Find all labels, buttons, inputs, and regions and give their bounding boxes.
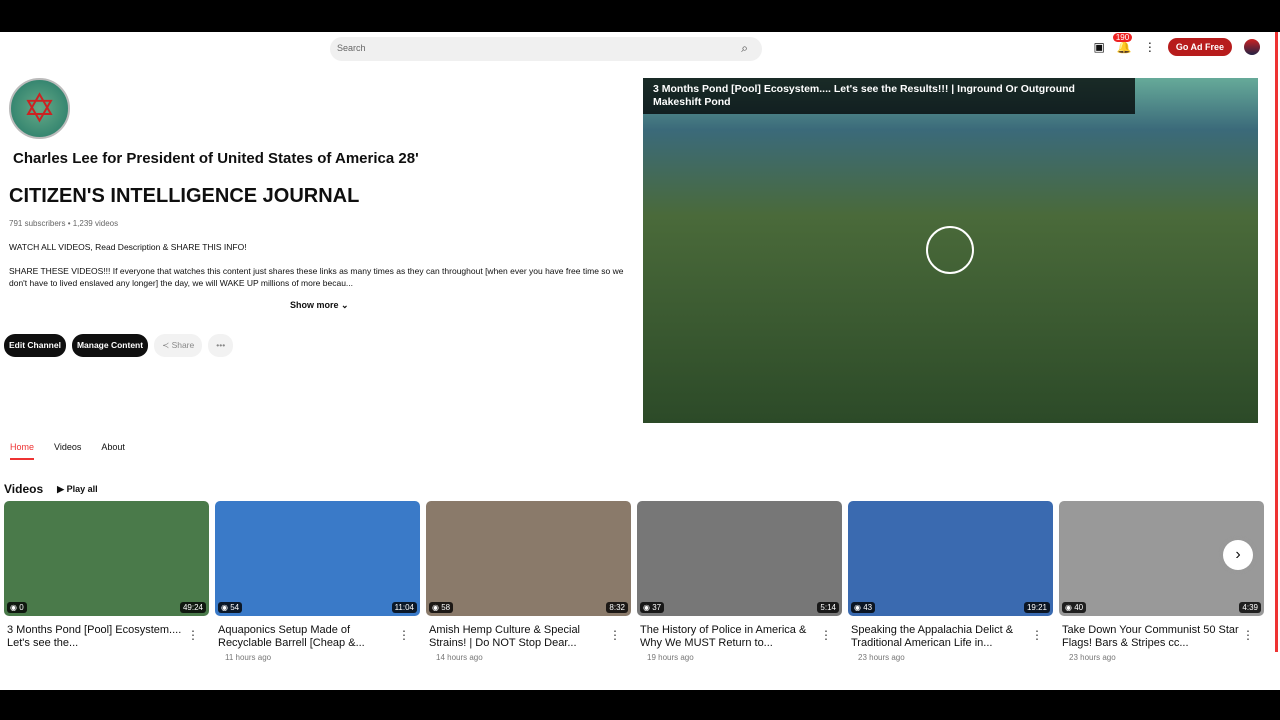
video-title[interactable]: Speaking the Appalachia Delict & Traditi… [848, 624, 1028, 650]
video-title[interactable]: Aquaponics Setup Made of Recyclable Barr… [215, 624, 395, 650]
video-thumbnail[interactable]: ◉ 54 11:04 [215, 501, 420, 616]
view-count-value: 43 [863, 603, 873, 612]
more-options-button[interactable]: ••• [208, 334, 234, 357]
search-input[interactable]: Search ⌕ [330, 37, 762, 61]
video-card[interactable]: ◉ 54 11:04 Aquaponics Setup Made of Recyc… [215, 501, 420, 662]
share-button[interactable]: ≺ Share [154, 334, 203, 357]
video-duration: 8:32 [606, 602, 628, 613]
video-thumbnail[interactable]: ◉ 37 5:14 [637, 501, 842, 616]
search-icon[interactable]: ⌕ [741, 41, 748, 56]
video-duration: 4:39 [1239, 602, 1261, 613]
desc-line: WATCH ALL VIDEOS, Read Description & SHA… [9, 242, 247, 252]
video-menu-icon[interactable]: ⋮ [820, 628, 832, 642]
notification-count: 190 [1112, 33, 1133, 42]
search-placeholder: Search [337, 43, 366, 53]
videos-heading: Videos [4, 482, 44, 496]
video-title[interactable]: Amish Hemp Culture & Special Strains! | … [426, 624, 606, 650]
account-avatar[interactable] [1244, 39, 1260, 55]
view-count: ◉ 43 [851, 602, 876, 613]
video-card[interactable]: ◉ 37 5:14 The History of Police in Americ… [637, 501, 842, 662]
view-count-value: 58 [441, 603, 451, 612]
more-icon[interactable]: ⋮ [1144, 40, 1156, 54]
video-duration: 11:04 [391, 602, 417, 613]
video-menu-icon[interactable]: ⋮ [609, 628, 621, 642]
video-card[interactable]: ◉ 43 19:21 Speaking the Appalachia Delict… [848, 501, 1053, 662]
video-card[interactable]: ◉ 0 49:24 3 Months Pond [Pool] Ecosystem.… [4, 501, 209, 662]
channel-subtitle: Charles Lee for President of United Stat… [13, 150, 419, 167]
video-age: 14 hours ago [436, 653, 483, 662]
video-age: 11 hours ago [225, 653, 272, 662]
play-all-label: Play all [66, 483, 98, 494]
video-title[interactable]: 3 Months Pond [Pool] Ecosystem.... Let's… [4, 624, 184, 650]
channel-name: CITIZEN'S INTELLIGENCE JOURNAL [9, 185, 360, 207]
tab-home[interactable]: Home [10, 442, 35, 460]
video-age: 23 hours ago [1069, 653, 1116, 662]
edit-channel-button[interactable]: Edit Channel [4, 334, 66, 357]
share-icon: ≺ [162, 340, 172, 350]
next-arrow-button[interactable]: › [1223, 540, 1253, 570]
play-all-button[interactable]: ▶ Play all [57, 484, 97, 495]
view-count-value: 40 [1074, 603, 1084, 612]
view-count-value: 37 [652, 603, 662, 612]
manage-content-button[interactable]: Manage Content [71, 334, 149, 357]
view-count: ◉ 58 [429, 602, 454, 613]
channel-description: WATCH ALL VIDEOS, Read Description & SHA… [9, 241, 629, 289]
loading-indicator [926, 226, 974, 274]
bell-icon: 🔔 [1116, 40, 1132, 54]
video-title[interactable]: The History of Police in America & Why W… [637, 624, 817, 650]
desc-paragraph: SHARE THESE VIDEOS!!! If everyone that w… [9, 266, 624, 288]
go-ad-free-button[interactable]: Go Ad Free [1167, 38, 1232, 56]
video-duration: 5:14 [817, 602, 839, 613]
share-label: Share [171, 340, 195, 350]
video-menu-icon[interactable]: ⋮ [398, 628, 410, 642]
channel-stats: 791 subscribers • 1,239 videos [9, 219, 119, 228]
video-age: 23 hours ago [858, 653, 905, 662]
video-card[interactable]: ◉ 58 8:32 Amish Hemp Culture & Special St… [426, 501, 631, 662]
video-duration: 49:24 [179, 602, 206, 613]
video-grid: ◉ 0 49:24 3 Months Pond [Pool] Ecosystem.… [4, 501, 1264, 662]
video-thumbnail[interactable]: ◉ 43 19:21 [848, 501, 1053, 616]
channel-logo: ✡ [9, 78, 70, 139]
video-menu-icon[interactable]: ⋮ [1031, 628, 1043, 642]
channel-page: Search ⌕ ▣ 190 🔔 ⋮ Go Ad Free ✡ Charles Le… [0, 32, 1280, 690]
video-menu-icon[interactable]: ⋮ [187, 628, 199, 642]
view-count: ◉ 37 [640, 602, 665, 613]
show-more-button[interactable]: Show more ⌄ [290, 300, 349, 311]
notifications-button[interactable]: 190 🔔 [1112, 33, 1133, 54]
view-count: ◉ 0 [7, 602, 27, 613]
tab-videos[interactable]: Videos [54, 442, 81, 460]
video-duration: 19:21 [1023, 602, 1050, 613]
view-count-value: 54 [230, 603, 240, 612]
video-thumbnail[interactable]: ◉ 0 49:24 [4, 501, 209, 616]
create-video-icon[interactable]: ▣ [1094, 40, 1105, 54]
view-count: ◉ 54 [218, 602, 243, 613]
tab-about[interactable]: About [101, 442, 125, 460]
video-title[interactable]: Take Down Your Communist 50 Star Flags! … [1059, 624, 1239, 650]
scrollbar[interactable] [1275, 32, 1278, 652]
video-age: 19 hours ago [647, 653, 694, 662]
header-actions: ▣ 190 🔔 ⋮ Go Ad Free [1094, 33, 1260, 56]
video-menu-icon[interactable]: ⋮ [1242, 628, 1254, 642]
featured-video-player[interactable]: 3 Months Pond [Pool] Ecosystem.... Let's… [643, 78, 1258, 423]
video-card[interactable]: ◉ 40 4:39 Take Down Your Communist 50 Sta… [1059, 501, 1264, 662]
video-thumbnail[interactable]: ◉ 58 8:32 [426, 501, 631, 616]
view-count-value: 0 [19, 603, 24, 612]
featured-video-title[interactable]: 3 Months Pond [Pool] Ecosystem.... Let's… [643, 78, 1135, 114]
view-count: ◉ 40 [1062, 602, 1087, 613]
